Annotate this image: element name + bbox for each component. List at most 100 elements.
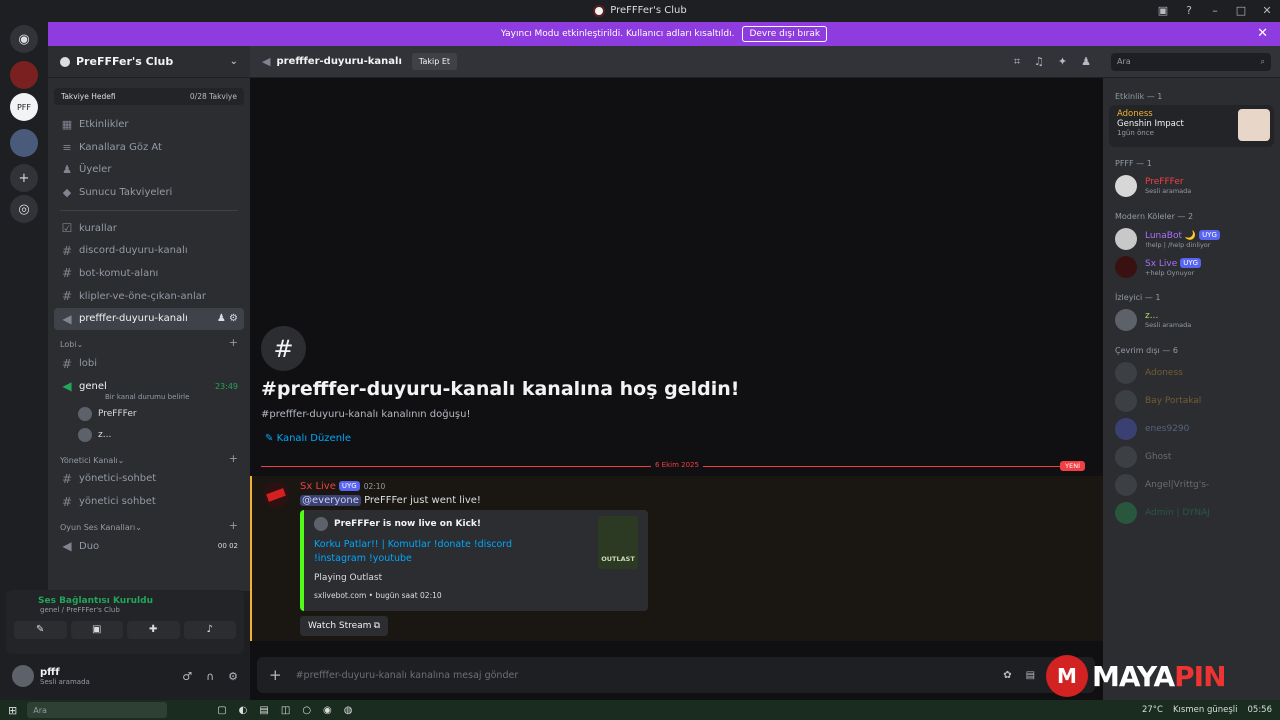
opera-icon[interactable]: ○	[302, 705, 311, 716]
server-header[interactable]: PreFFFer's Club ⌄	[48, 46, 250, 78]
channel-prefffer-duyuru[interactable]: ◀ prefffer-duyuru-kanalı ♟ ⚙	[54, 307, 244, 331]
chrome-icon[interactable]: ◉	[323, 705, 332, 716]
activity-icon[interactable]: ✚	[127, 621, 180, 639]
gif-icon[interactable]: ▤	[1026, 670, 1035, 681]
headphones-icon[interactable]: ∩	[206, 670, 214, 683]
member[interactable]: z... Sesli aramada	[1115, 306, 1268, 334]
nav-boosts[interactable]: ◆ Sunucu Takviyeleri	[48, 181, 250, 204]
chevron-down-icon[interactable]: ⌄	[230, 56, 238, 67]
channel-lobi[interactable]: # lobi	[54, 352, 244, 375]
store-icon[interactable]: ◫	[281, 705, 290, 716]
member-offline[interactable]: enes9290	[1115, 415, 1268, 443]
member-name: Bay Portakal	[1145, 396, 1202, 406]
avatar[interactable]	[263, 482, 289, 508]
channel-status[interactable]: Bir kanal durumu belirle	[48, 393, 250, 404]
discover-icon[interactable]: ◎	[10, 195, 38, 223]
member-list-icon[interactable]: ♟	[1081, 55, 1091, 69]
server-icon-1[interactable]	[10, 61, 38, 89]
disable-button[interactable]: Devre dışı bırak	[742, 26, 828, 42]
gift-icon[interactable]: ✿	[1003, 670, 1011, 681]
threads-icon[interactable]: ⌗	[1014, 55, 1020, 69]
taskbar-search[interactable]: Ara	[27, 702, 168, 718]
inbox-icon[interactable]: ▣	[1150, 4, 1176, 17]
follow-button[interactable]: Takip Et	[411, 53, 458, 70]
microphone-icon[interactable]: ♂	[182, 670, 192, 683]
add-channel-icon[interactable]: +	[229, 452, 238, 465]
browse-icon: ≡	[62, 140, 72, 154]
nav-label: Kanallara Göz At	[79, 141, 162, 153]
clock[interactable]: 05:56	[1248, 705, 1273, 715]
edge-icon[interactable]: ◐	[239, 705, 248, 716]
member-offline[interactable]: Bay Portakal	[1115, 387, 1268, 415]
activity-card[interactable]: Adoness Genshin Impact 1gün önce	[1109, 105, 1274, 147]
embed-thumbnail[interactable]: OUTLAST	[598, 516, 638, 569]
discord-home-icon[interactable]: ◉	[10, 25, 38, 53]
channel-klipler[interactable]: # klipler-ve-öne-çıkan-anlar	[54, 285, 244, 308]
voice-status[interactable]: Ses Bağlantısı Kuruldu	[38, 596, 236, 606]
task-view-icon[interactable]: ▢	[217, 705, 226, 716]
member-offline[interactable]: Admin | DYNAJ	[1115, 499, 1268, 527]
member[interactable]: Sx Live UYG +help Oynuyor	[1115, 253, 1268, 281]
voice-user[interactable]: z...	[48, 425, 250, 446]
close-notice-icon[interactable]: ✕	[1257, 26, 1268, 41]
member-status: !help | /help dinliyor	[1145, 240, 1211, 249]
channel-yonetici-sohbet-2[interactable]: # yönetici sohbet	[54, 490, 244, 513]
nav-members[interactable]: ♟ Üyeler	[48, 158, 250, 181]
member-offline[interactable]: Angel|Vrittg's-	[1115, 471, 1268, 499]
channel-bot-komut[interactable]: # bot-komut-alanı	[54, 262, 244, 285]
watch-stream-label: Watch Stream	[308, 621, 372, 631]
server-icon-pfff[interactable]: PFF	[10, 93, 38, 121]
category-game-voice[interactable]: Oyun Ses Kanalları ⌄ +	[48, 513, 250, 535]
discord-icon[interactable]: ◍	[344, 705, 353, 716]
voice-channel-duo[interactable]: ◀ Duo 00 02	[54, 535, 244, 558]
folder-icon[interactable]: ▤	[259, 705, 268, 716]
embed-title-link[interactable]: Korku Patlar!! | Komutlar !donate !disco…	[314, 538, 564, 566]
gear-icon[interactable]: ⚙	[228, 670, 238, 683]
close-window-button[interactable]: ✕	[1254, 4, 1280, 17]
member-offline[interactable]: Ghost	[1115, 443, 1268, 471]
add-server-icon[interactable]: +	[10, 164, 38, 192]
role-header: İzleyici — 1	[1115, 293, 1161, 302]
start-icon[interactable]: ⊞	[8, 704, 17, 717]
bell-icon[interactable]: ♫	[1034, 55, 1044, 69]
member-name: z...	[1145, 311, 1159, 321]
search-input[interactable]: Ara ⌕	[1111, 52, 1271, 71]
minimize-button[interactable]: –	[1202, 4, 1228, 17]
nav-browse-channels[interactable]: ≡ Kanallara Göz At	[48, 136, 250, 159]
author-name[interactable]: Sx Live	[300, 481, 336, 492]
category-admin[interactable]: Yönetici Kanalı ⌄ +	[48, 446, 250, 468]
avatar[interactable]	[12, 665, 34, 687]
category-label: Oyun Ses Kanalları	[60, 522, 136, 532]
member[interactable]: PreFFFer Sesli aramada	[1115, 172, 1268, 200]
voice-user[interactable]: PreFFFer	[48, 404, 250, 425]
edit-channel-link[interactable]: ✎ Kanalı Düzenle	[265, 433, 351, 444]
message-author-line: Sx Live UYG 02:10	[300, 481, 385, 492]
soundboard-icon[interactable]: ♪	[183, 621, 236, 639]
avatar	[78, 428, 92, 443]
screen-share-icon[interactable]: ▣	[70, 621, 123, 639]
user-info[interactable]: pfff Sesli aramada	[40, 667, 90, 686]
mention[interactable]: @everyone	[300, 495, 361, 506]
embed-footer: sxlivebot.com • bugün saat 02:10	[314, 591, 442, 600]
category-lobi[interactable]: Lobi ⌄ +	[48, 330, 250, 352]
member-offline[interactable]: Adoness	[1115, 359, 1268, 387]
nav-events[interactable]: ▦ Etkinlikler	[48, 113, 250, 136]
pin-icon[interactable]: ✦	[1058, 55, 1067, 69]
add-channel-icon[interactable]: +	[229, 336, 238, 349]
channel-kurallar[interactable]: ☑ kurallar	[54, 217, 244, 240]
add-attachment-icon[interactable]: +	[269, 666, 282, 684]
channel-yonetici-sohbet[interactable]: # yönetici-sohbet	[54, 468, 244, 491]
watch-stream-button[interactable]: Watch Stream ⧉	[300, 616, 388, 636]
maximize-button[interactable]: □	[1228, 4, 1254, 17]
weather-temp[interactable]: 27°C	[1142, 705, 1163, 715]
add-channel-icon[interactable]: +	[229, 519, 238, 532]
help-icon[interactable]: ?	[1176, 4, 1202, 17]
camera-off-icon[interactable]: ✎	[14, 621, 67, 639]
server-folder-icon[interactable]	[10, 129, 38, 157]
member[interactable]: LunaBot 🌙 UYG !help | /help dinliyor	[1115, 225, 1268, 253]
channel-settings-icon[interactable]: ♟ ⚙	[217, 313, 238, 324]
boost-goal[interactable]: Takviye Hedefi 0/28 Takviye	[54, 88, 244, 105]
channel-discord-duyuru[interactable]: # discord-duyuru-kanalı	[54, 239, 244, 262]
message-input[interactable]: + #prefffer-duyuru-kanalı kanalına mesaj…	[257, 657, 1095, 693]
embed: PreFFFer is now live on Kick! Korku Patl…	[300, 510, 648, 611]
